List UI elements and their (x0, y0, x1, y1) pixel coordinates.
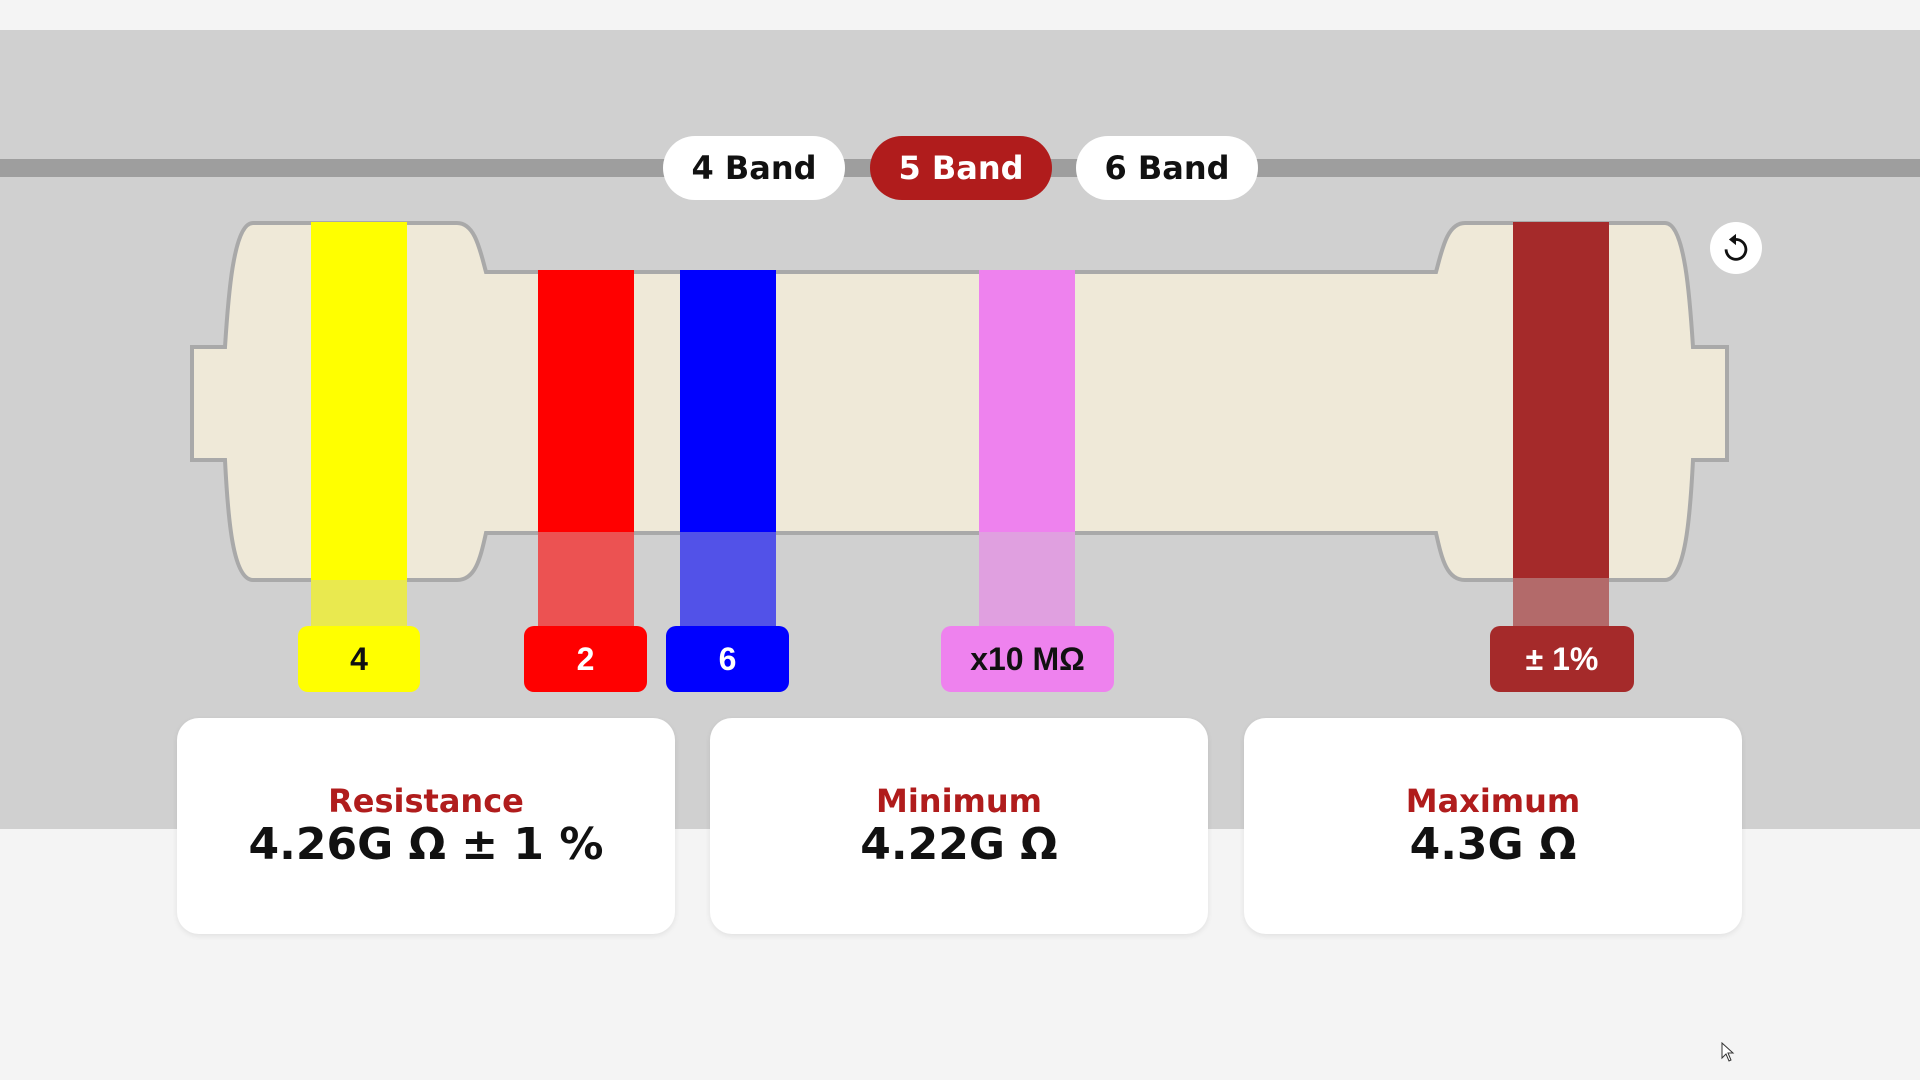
band-digit-2-tail (538, 532, 634, 628)
reset-button[interactable] (1710, 222, 1762, 274)
minimum-value: 4.22G Ω (860, 819, 1058, 870)
band-digit-1-tail (311, 580, 407, 628)
band-digit-2-chip[interactable]: 2 (524, 626, 647, 692)
band-digit-2-body (538, 270, 634, 532)
mouse-cursor-icon (1721, 1042, 1735, 1062)
band-tolerance-tail (1513, 578, 1609, 628)
band-digit-1-chip[interactable]: 4 (298, 626, 420, 692)
band-multiplier-body (979, 270, 1075, 532)
minimum-card: Minimum 4.22G Ω (710, 718, 1208, 934)
band-multiplier-chip[interactable]: x10 MΩ (941, 626, 1114, 692)
tab-4-band[interactable]: 4 Band (663, 136, 845, 200)
band-digit-3-tail (680, 532, 776, 628)
maximum-label: Maximum (1405, 782, 1581, 820)
minimum-label: Minimum (875, 782, 1043, 820)
maximum-value: 4.3G Ω (1409, 819, 1577, 870)
band-digit-1-body (311, 222, 407, 580)
band-digit-3-chip[interactable]: 6 (666, 626, 789, 692)
maximum-card: Maximum 4.3G Ω (1244, 718, 1742, 934)
resistance-label: Resistance (328, 782, 524, 820)
resistance-card: Resistance 4.26G Ω ± 1 % (177, 718, 675, 934)
tab-6-band[interactable]: 6 Band (1076, 136, 1258, 200)
band-digit-3-body (680, 270, 776, 532)
tab-5-band[interactable]: 5 Band (870, 136, 1052, 200)
band-tolerance-chip[interactable]: ± 1% (1490, 626, 1634, 692)
reset-icon (1724, 233, 1748, 261)
band-tolerance-body (1513, 222, 1609, 578)
band-multiplier-tail (979, 532, 1075, 628)
band-count-tabs: 4 Band 5 Band 6 Band (0, 136, 1920, 200)
resistance-value: 4.26G Ω ± 1 % (248, 819, 604, 870)
